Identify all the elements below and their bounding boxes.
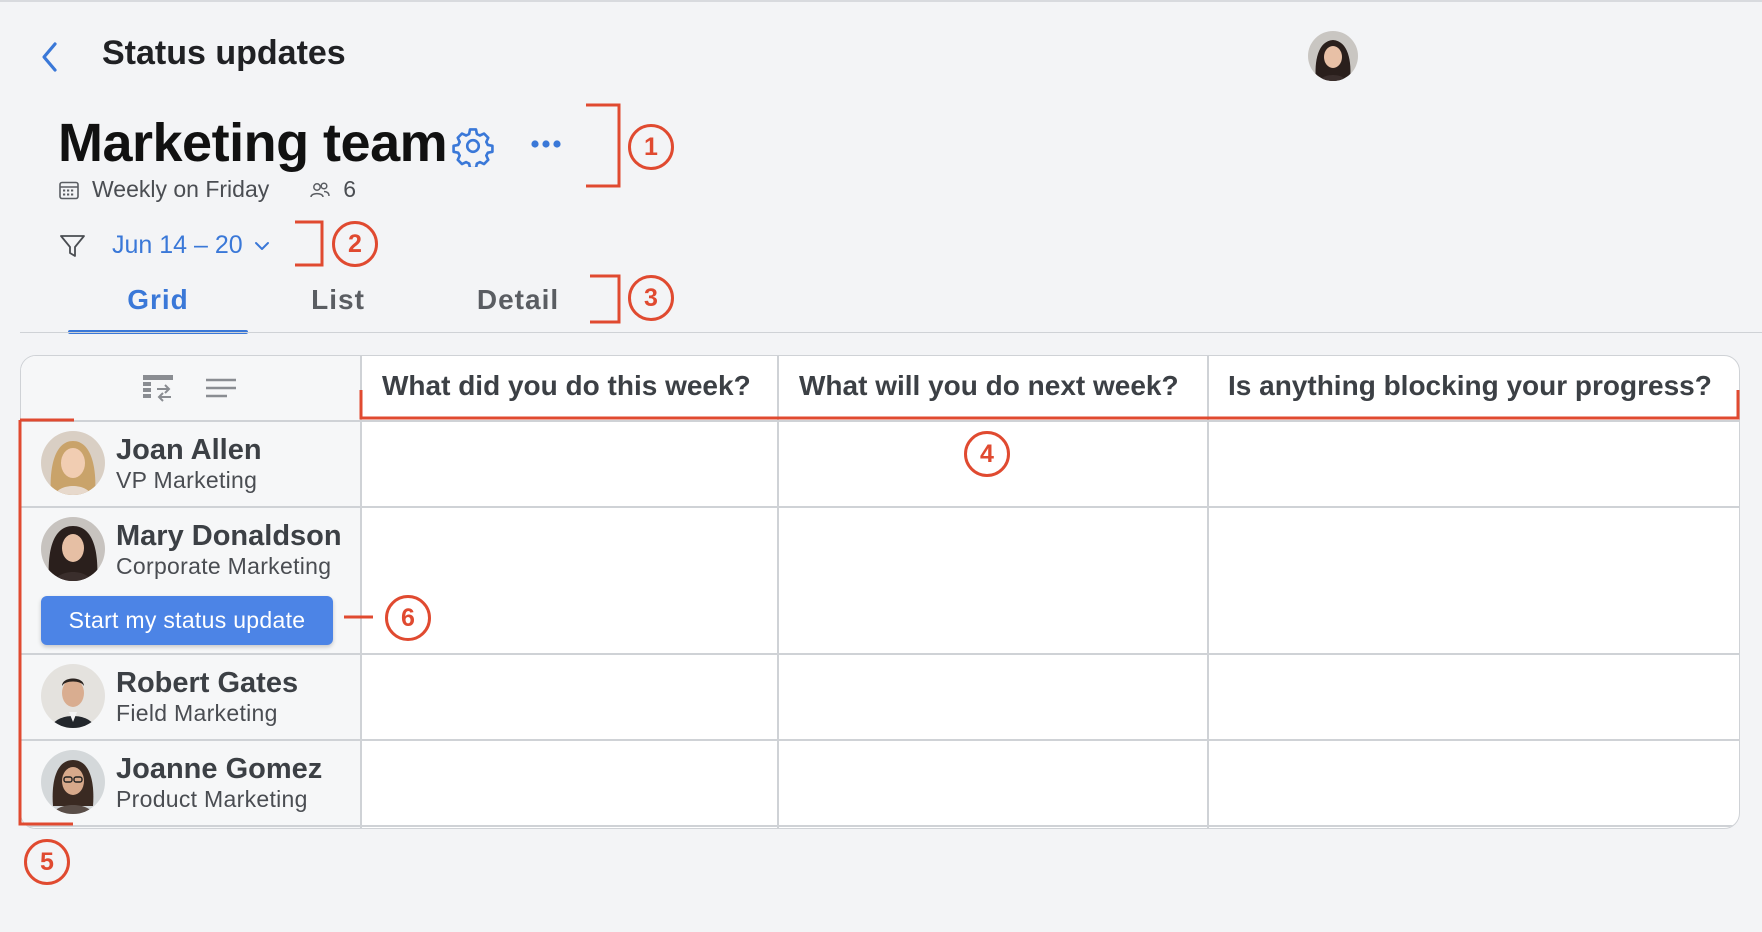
person-name: Joan Allen xyxy=(116,434,262,466)
annotation-5: 5 xyxy=(24,839,70,885)
start-status-update-button[interactable]: Start my status update xyxy=(41,596,333,645)
annotation-3: 3 xyxy=(628,275,674,321)
annotation-6: 6 xyxy=(385,595,431,641)
avatar xyxy=(41,664,105,728)
avatar xyxy=(41,750,105,814)
avatar xyxy=(41,517,105,581)
people-icon xyxy=(310,181,331,197)
more-horizontal-icon[interactable] xyxy=(526,128,566,162)
calendar-icon xyxy=(59,181,79,199)
column-header: What did you do this week? xyxy=(382,370,751,401)
tab-list[interactable]: List xyxy=(248,282,428,334)
person-name: Robert Gates xyxy=(116,667,299,699)
team-name: Marketing team xyxy=(58,113,448,173)
table-row[interactable]: Robert Gates Field Marketing xyxy=(21,653,361,739)
avatar xyxy=(41,431,105,495)
person-name: Mary Donaldson xyxy=(116,520,342,552)
tab-detail[interactable]: Detail xyxy=(428,282,608,334)
tabs-divider xyxy=(20,332,1762,333)
person-role: Field Marketing xyxy=(116,700,278,726)
column-header: What will you do next week? xyxy=(799,370,1179,401)
member-count: 6 xyxy=(343,176,357,202)
filter-icon[interactable] xyxy=(58,232,88,260)
column-header: Is anything blocking your progress? xyxy=(1228,370,1712,401)
person-name: Joanne Gomez xyxy=(116,753,323,785)
date-range-label: Jun 14 – 20 xyxy=(112,231,243,259)
switch-layout-icon[interactable] xyxy=(141,373,175,410)
tab-grid[interactable]: Grid xyxy=(68,282,248,334)
gear-icon[interactable] xyxy=(452,125,494,170)
schedule-text: Weekly on Friday xyxy=(92,176,270,202)
annotation-2: 2 xyxy=(332,221,378,267)
text-lines-icon[interactable] xyxy=(205,376,237,407)
chevron-down-icon xyxy=(254,241,269,250)
status-grid: What did you do this week? What will you… xyxy=(20,355,1740,829)
person-role: Corporate Marketing xyxy=(116,553,332,579)
user-avatar[interactable] xyxy=(1308,31,1358,81)
table-row[interactable]: Joan Allen VP Marketing xyxy=(21,420,361,506)
annotation-1: 1 xyxy=(628,124,674,170)
date-range-dropdown[interactable]: Jun 14 – 20 xyxy=(112,231,271,260)
team-meta: Weekly on Friday 6 xyxy=(58,176,356,203)
top-border xyxy=(0,0,1762,2)
back-chevron-icon[interactable] xyxy=(36,38,66,76)
annotation-4: 4 xyxy=(964,431,1010,477)
person-role: Product Marketing xyxy=(116,786,308,812)
table-row[interactable]: Joanne Gomez Product Marketing xyxy=(21,739,361,825)
person-role: VP Marketing xyxy=(116,467,258,493)
page-title: Status updates xyxy=(102,34,346,72)
